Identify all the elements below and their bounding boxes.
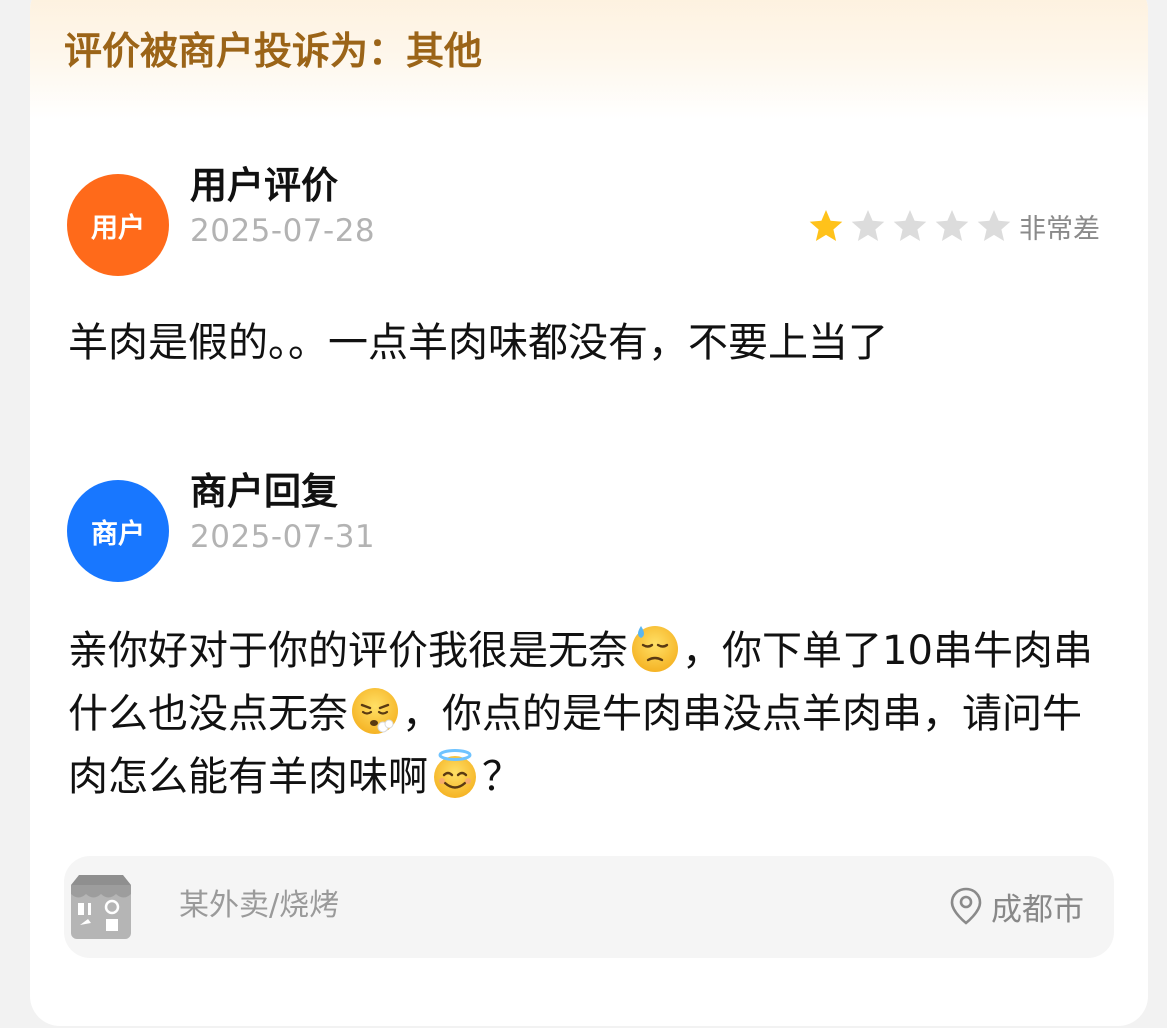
reply-date: 2025-07-31: [190, 519, 376, 555]
rating-label: 非常差: [1019, 213, 1100, 245]
reply-text-part-1: 亲你好对于你的评价我很是无奈: [68, 628, 628, 674]
halo-smile-emoji-icon: [434, 749, 476, 798]
city-label: 成都市: [991, 891, 1084, 928]
downcast-sweat-emoji-icon: [632, 626, 678, 672]
location-pin-icon: [950, 887, 982, 925]
store-front-icon: [71, 875, 131, 939]
complaint-card: 评价被商户投诉为：其他 用户 用户评价 2025-07-28 非常差 羊肉是假的…: [30, 0, 1148, 1026]
stars-container: [807, 208, 1017, 244]
review-author-name: 用户评价: [190, 164, 338, 207]
star-empty-icon: [935, 210, 969, 241]
star-filled-icon: [809, 210, 843, 241]
merchant-avatar-label: 商户: [91, 518, 145, 550]
merchant-avatar: 商户: [67, 480, 169, 582]
star-rating: 非常差: [807, 208, 1100, 245]
complaint-banner: 评价被商户投诉为：其他: [30, 0, 1148, 120]
reply-text-part-4: ？: [482, 754, 522, 800]
user-avatar-label: 用户: [91, 212, 145, 244]
complaint-title: 评价被商户投诉为：其他: [64, 29, 483, 73]
review-text: 羊肉是假的。。一点羊肉味都没有，不要上当了: [68, 320, 888, 366]
store-info-bar[interactable]: 某外卖/烧烤 成都市: [64, 856, 1114, 958]
store-location: 成都市: [949, 886, 1084, 928]
reply-author-name: 商户回复: [190, 470, 338, 513]
star-empty-icon: [851, 210, 885, 241]
reply-text: 亲你好对于你的评价我很是无奈 ，你下单了10串牛肉串什么也没点无奈 ，你点的是牛…: [68, 620, 1118, 809]
star-empty-icon: [893, 210, 927, 241]
review-date: 2025-07-28: [190, 213, 376, 249]
star-empty-icon: [977, 210, 1011, 241]
store-name: 某外卖/烧烤: [179, 888, 340, 923]
exhaling-emoji-icon: [352, 688, 398, 734]
user-avatar: 用户: [67, 174, 169, 276]
